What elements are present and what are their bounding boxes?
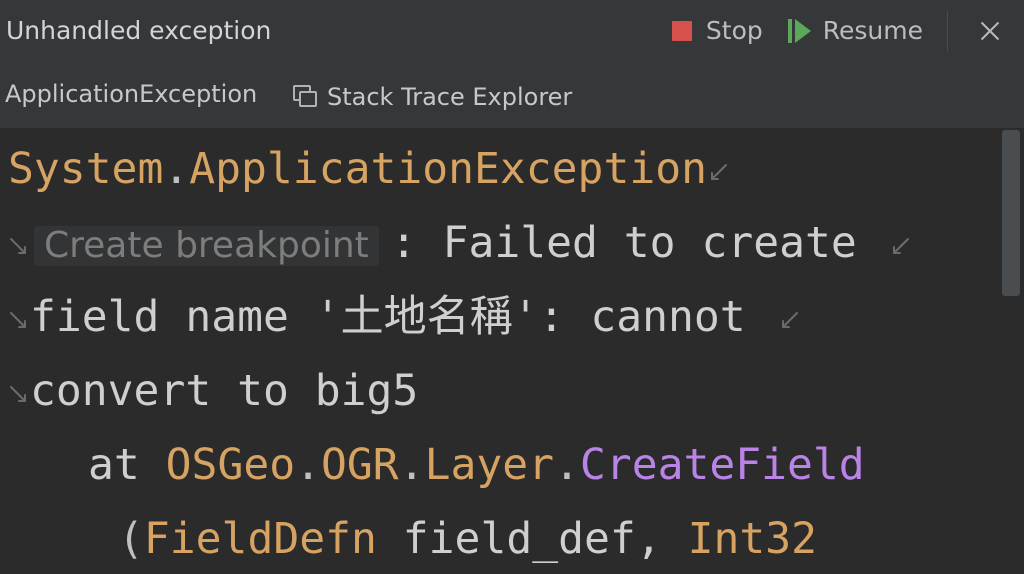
- type-token: ApplicationException: [189, 144, 707, 194]
- type-token: FieldDefn: [143, 514, 377, 564]
- vertical-scrollbar[interactable]: [998, 128, 1024, 574]
- code-line: Create breakpoint : Failed to create: [0, 206, 913, 280]
- code-line: System.ApplicationException: [8, 132, 731, 206]
- dot-token: .: [163, 144, 190, 194]
- resume-button[interactable]: Resume: [787, 11, 923, 51]
- dot-token: .: [295, 440, 322, 490]
- type-token: Layer: [424, 440, 555, 490]
- stack-trace-explorer-label: Stack Trace Explorer: [327, 83, 573, 111]
- close-button[interactable]: [966, 7, 1014, 55]
- exception-popup: Unhandled exception Stop Resume Applicat…: [0, 0, 1024, 574]
- dot-token: .: [554, 440, 580, 490]
- message-text: field name '土地名稱': cannot: [30, 292, 772, 342]
- exception-details: System.ApplicationException Create break…: [0, 128, 1024, 574]
- stop-button[interactable]: Stop: [671, 11, 763, 51]
- soft-wrap-icon: [6, 308, 30, 332]
- stack-trace-explorer-icon: [293, 85, 317, 109]
- namespace-token: System: [8, 144, 164, 194]
- code-line: convert to big5: [0, 354, 418, 428]
- type-token: Int32: [687, 514, 818, 564]
- resume-label: Resume: [822, 16, 923, 45]
- soft-wrap-icon: [707, 160, 731, 184]
- soft-wrap-icon: [6, 382, 30, 406]
- message-text: convert to big5: [30, 366, 419, 416]
- title-bar: Unhandled exception Stop Resume: [0, 0, 1024, 62]
- soft-wrap-icon: [6, 234, 30, 258]
- namespace-token: OGR: [321, 440, 399, 490]
- stop-icon: [671, 21, 692, 41]
- tab-application-exception[interactable]: ApplicationException: [5, 79, 257, 109]
- namespace-token: OSGeo: [165, 440, 296, 490]
- soft-wrap-icon: [778, 308, 802, 332]
- title-actions: Stop Resume: [671, 0, 1024, 62]
- at-token: at: [88, 440, 166, 490]
- soft-wrap-icon: [889, 234, 913, 258]
- resume-icon: [787, 18, 811, 44]
- paren-token: (: [118, 514, 144, 564]
- close-icon: [979, 20, 1001, 42]
- stack-frame-line: at OSGeo.OGR.Layer.CreateField: [88, 428, 865, 502]
- window-title: Unhandled exception: [6, 16, 272, 45]
- toolbar-separator: [947, 11, 948, 51]
- parameter-token: field_def,: [376, 514, 688, 564]
- dot-token: .: [398, 440, 425, 490]
- method-link[interactable]: CreateField: [580, 440, 865, 490]
- stop-label: Stop: [705, 16, 763, 45]
- tab-stack-trace-explorer[interactable]: Stack Trace Explorer: [293, 82, 572, 112]
- scrollbar-thumb[interactable]: [1002, 130, 1020, 296]
- message-text: : Failed to create: [390, 218, 883, 268]
- stack-frame-line: (FieldDefn field_def, Int32: [118, 502, 817, 574]
- tab-bar: ApplicationException Stack Trace Explore…: [0, 62, 1024, 128]
- create-breakpoint-hint[interactable]: Create breakpoint: [34, 225, 379, 266]
- code-line: field name '土地名稱': cannot: [0, 280, 802, 354]
